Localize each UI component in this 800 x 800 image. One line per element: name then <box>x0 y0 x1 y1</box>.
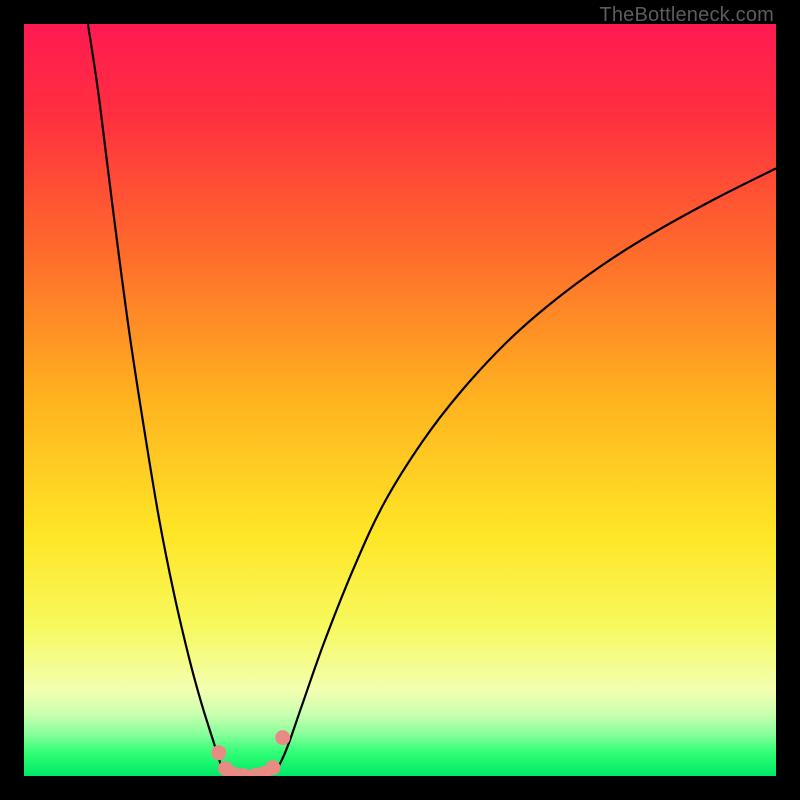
gradient-background <box>24 24 776 776</box>
data-marker <box>275 730 290 745</box>
data-marker <box>211 745 226 760</box>
chart-canvas <box>24 24 776 776</box>
watermark-text: TheBottleneck.com <box>599 4 774 27</box>
plot-area <box>24 24 776 776</box>
outer-frame: TheBottleneck.com <box>0 0 800 800</box>
data-marker <box>265 760 280 775</box>
